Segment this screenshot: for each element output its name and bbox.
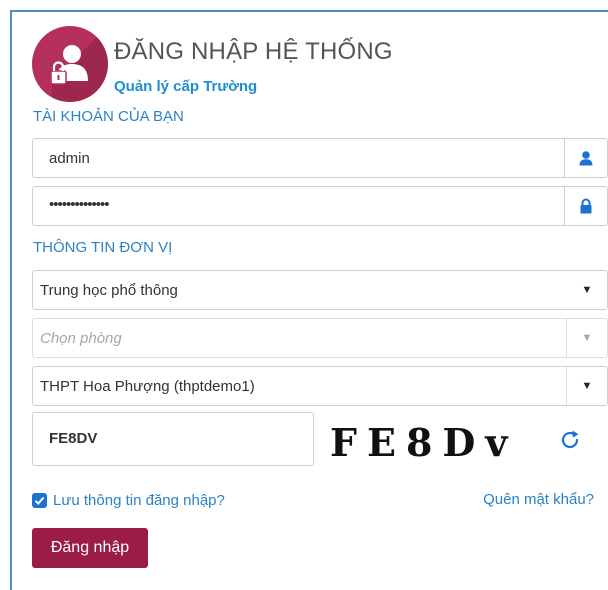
education-level-value: Trung học phổ thông [40, 282, 178, 299]
username-field[interactable]: admin [32, 138, 608, 178]
captcha-input[interactable]: FE8DV [32, 412, 314, 466]
refresh-icon[interactable] [558, 428, 582, 452]
lock-icon [564, 187, 607, 225]
captcha-image: FE8Dv [320, 416, 552, 466]
chevron-down-icon: ▼ [566, 367, 607, 405]
page-subtitle: Quản lý cấp Trường [114, 78, 258, 95]
user-icon [564, 139, 607, 177]
forgot-password-link[interactable]: Quên mật khẩu? [483, 491, 594, 508]
page-title: ĐĂNG NHẬP HỆ THỐNG [114, 38, 393, 65]
education-level-select[interactable]: Trung học phổ thông ▼ [32, 270, 608, 310]
remember-label: Lưu thông tin đăng nhập? [53, 491, 225, 509]
unit-section-label: THÔNG TIN ĐƠN VỊ [33, 239, 173, 256]
checkbox-checked-icon[interactable] [32, 492, 47, 508]
remember-checkbox[interactable]: Lưu thông tin đăng nhập? [32, 490, 225, 510]
password-field[interactable]: •••••••••••••• [32, 186, 608, 226]
chevron-down-icon: ▼ [566, 319, 607, 357]
account-section-label: TÀI KHOẢN CỦA BẠN [33, 108, 184, 125]
user-lock-icon [32, 26, 108, 102]
login-button[interactable]: Đăng nhập [32, 528, 148, 568]
room-placeholder: Chọn phòng [40, 330, 122, 347]
captcha-input-value: FE8DV [49, 430, 98, 447]
school-value: THPT Hoa Phượng (thptdemo1) [40, 378, 255, 395]
chevron-down-icon: ▼ [581, 284, 593, 296]
school-select[interactable]: THPT Hoa Phượng (thptdemo1) ▼ [32, 366, 608, 406]
login-header: ĐĂNG NHẬP HỆ THỐNG Quản lý cấp Trường [32, 20, 592, 102]
captcha-image-text: FE8Dv [330, 420, 518, 465]
login-panel: ĐĂNG NHẬP HỆ THỐNG Quản lý cấp Trường TÀ… [12, 12, 608, 580]
username-value: admin [49, 150, 90, 167]
password-value: •••••••••••••• [49, 196, 110, 213]
room-select[interactable]: Chọn phòng ▼ [32, 318, 608, 358]
